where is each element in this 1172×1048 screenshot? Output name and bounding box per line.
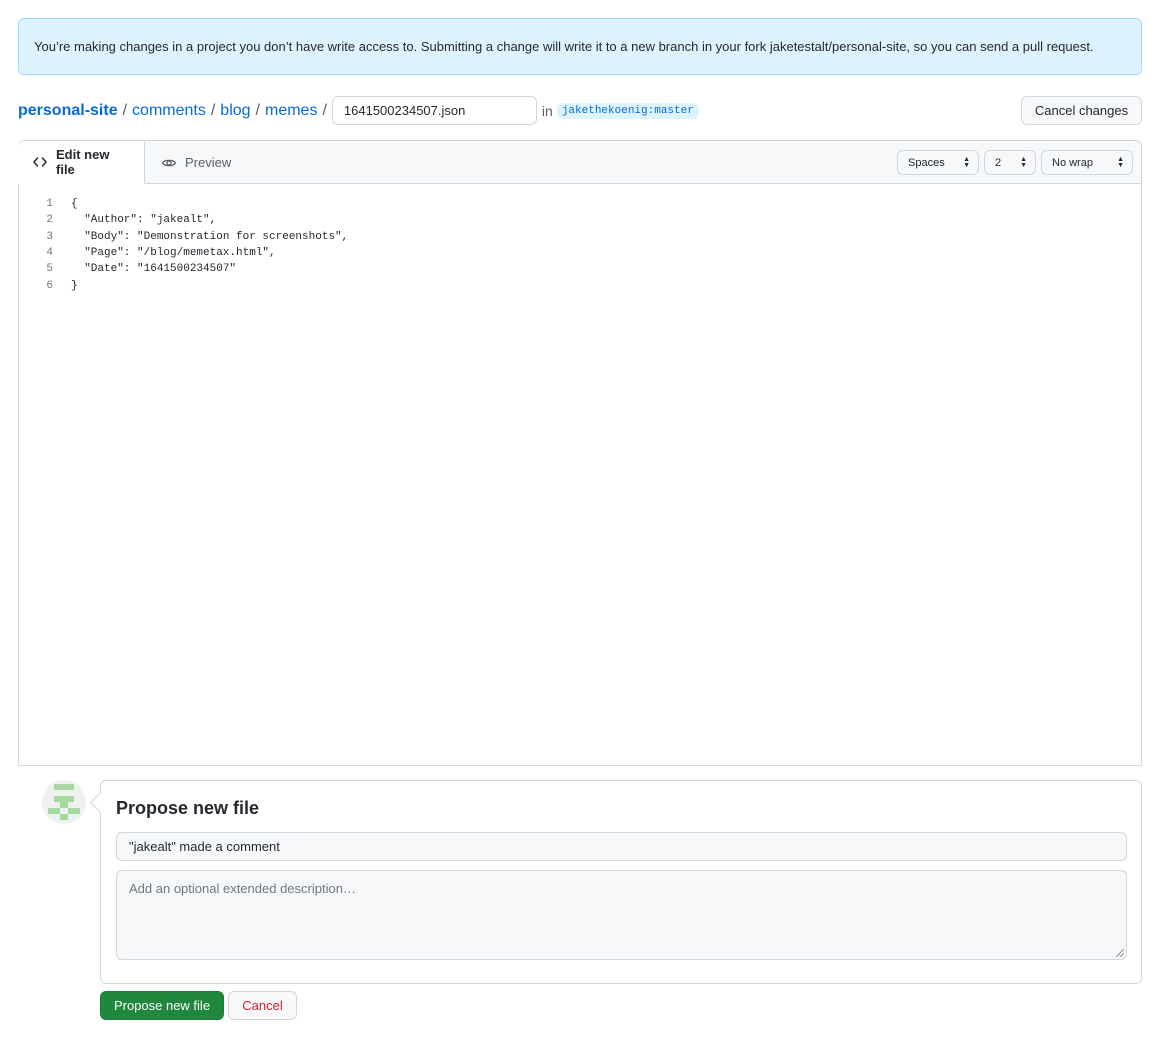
line-number: 3 xyxy=(46,230,53,243)
fork-notice-text: You’re making changes in a project you d… xyxy=(34,39,1094,54)
line-number: 6 xyxy=(46,279,53,292)
wrap-mode-select[interactable]: No wrap ▲ ▼ xyxy=(1041,150,1133,175)
code-line: 4 "Page": "/blog/memetax.html", xyxy=(19,245,1141,261)
breadcrumb-dir-comments[interactable]: comments xyxy=(132,102,206,120)
line-text: "Body": "Demonstration for screenshots", xyxy=(71,230,349,243)
breadcrumb-separator: / xyxy=(255,101,260,119)
code-line: 2 "Author": "jakealt", xyxy=(19,212,1141,228)
indent-size-value: 2 xyxy=(995,156,1002,169)
cancel-button[interactable]: Cancel xyxy=(228,991,297,1020)
tab-edit-file[interactable]: Edit new file xyxy=(18,141,145,184)
code-line: 6 } xyxy=(19,277,1141,293)
line-number: 4 xyxy=(46,247,53,260)
indent-size-select[interactable]: 2 ▲ ▼ xyxy=(984,150,1036,175)
code-line: 5 "Date": "1641500234507" xyxy=(19,261,1141,277)
filename-input[interactable]: 1641500234507.json xyxy=(331,96,537,125)
line-text: { xyxy=(71,198,78,211)
in-label: in xyxy=(541,102,553,119)
branch-badge: jakethekoenig:master xyxy=(556,102,699,119)
line-text: "Date": "1641500234507" xyxy=(71,263,237,276)
select-arrows-icon: ▲ ▼ xyxy=(963,155,970,169)
identicon-icon xyxy=(42,780,86,824)
indent-mode-value: Spaces xyxy=(908,156,945,169)
commit-description-placeholder: Add an optional extended description… xyxy=(129,881,356,896)
avatar xyxy=(42,780,86,824)
line-number: 1 xyxy=(46,198,53,211)
code-icon xyxy=(32,154,48,170)
breadcrumb-dir-blog[interactable]: blog xyxy=(220,102,250,120)
line-number: 5 xyxy=(46,263,53,276)
line-number: 2 xyxy=(46,214,53,227)
breadcrumb-dir-memes[interactable]: memes xyxy=(265,102,317,120)
resize-handle-icon[interactable] xyxy=(1116,949,1124,957)
commit-form-title: Propose new file xyxy=(116,798,260,818)
line-text: "Page": "/blog/memetax.html", xyxy=(71,247,276,260)
fork-notice-banner: You’re making changes in a project you d… xyxy=(18,18,1142,75)
cancel-changes-button[interactable]: Cancel changes xyxy=(1021,96,1142,125)
tab-edit-file-label: Edit new file xyxy=(56,147,110,177)
editor-toolbar: Edit new file Preview Spaces ▲ ▼ 2 ▲ ▼ No … xyxy=(18,141,1141,184)
breadcrumb-repo-link[interactable]: personal-site xyxy=(18,102,118,120)
select-arrows-icon: ▲ ▼ xyxy=(1020,155,1027,169)
line-text: "Author": "jakealt", xyxy=(71,214,217,227)
code-line: 3 "Body": "Demonstration for screenshots… xyxy=(19,229,1141,245)
select-arrows-icon: ▲ ▼ xyxy=(1117,155,1124,169)
commit-summary-input[interactable]: "jakealt" made a comment xyxy=(116,832,1127,861)
commit-description-input[interactable]: Add an optional extended description… xyxy=(116,870,1127,960)
indent-mode-select[interactable]: Spaces ▲ ▼ xyxy=(897,150,979,175)
tab-preview-label: Preview xyxy=(185,155,232,170)
wrap-mode-value: No wrap xyxy=(1052,156,1093,169)
eye-icon xyxy=(161,155,177,171)
breadcrumb-separator: / xyxy=(322,101,327,119)
commit-form: Propose new file "jakealt" made a commen… xyxy=(100,780,1142,984)
tab-preview[interactable]: Preview xyxy=(147,141,245,184)
propose-new-file-button[interactable]: Propose new file xyxy=(100,991,224,1020)
code-line: 1 { xyxy=(19,196,1141,212)
breadcrumb: personal-site / comments / blog / memes … xyxy=(18,96,699,125)
code-area[interactable]: 1 { 2 "Author": "jakealt", 3 "Body": "De… xyxy=(19,184,1141,294)
line-text: } xyxy=(71,279,78,292)
breadcrumb-separator: / xyxy=(210,101,216,119)
breadcrumb-separator: / xyxy=(122,101,128,119)
file-editor: Edit new file Preview Spaces ▲ ▼ 2 ▲ ▼ No … xyxy=(18,140,1142,766)
